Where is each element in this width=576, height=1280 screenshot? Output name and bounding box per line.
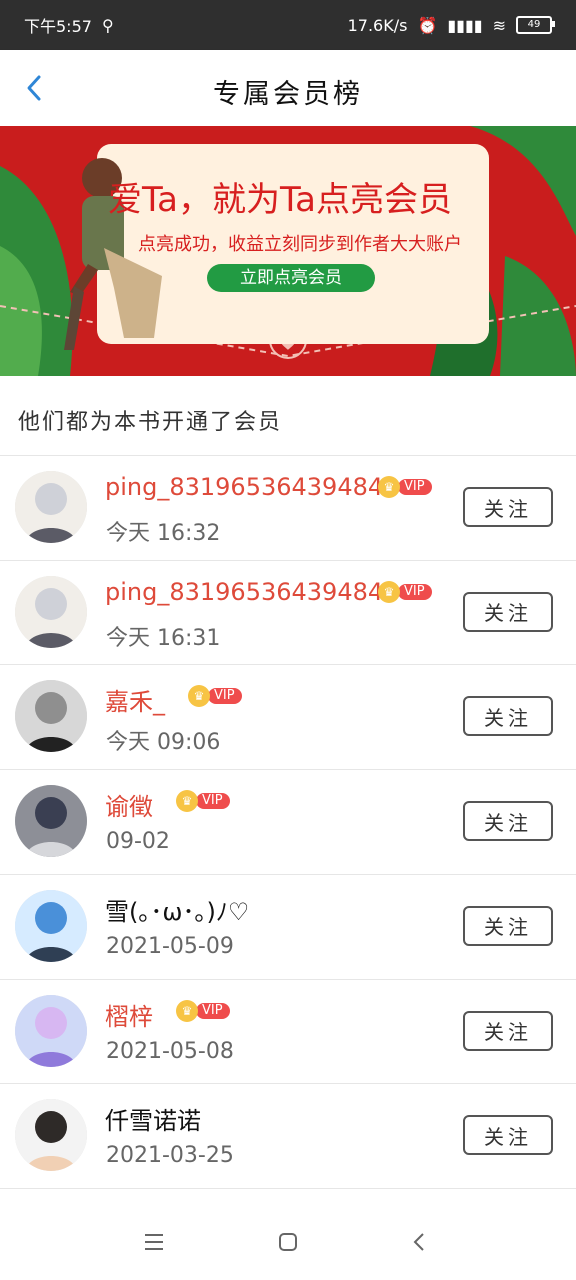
avatar-image-icon xyxy=(15,680,87,753)
status-right: 17.6K/s ⏰ ▮▮▮▮ ≋ 49 xyxy=(347,15,555,35)
follow-button[interactable]: 关注 xyxy=(463,487,553,527)
member-row[interactable]: ping_831965364394842 今天 16:32 关注 ♛ VIP xyxy=(0,455,576,559)
member-row[interactable]: 槢梓 2021-05-08 关注 ♛ VIP xyxy=(0,979,576,1083)
follow-button[interactable]: 关注 xyxy=(463,591,553,632)
signal-icon: ▮▮▮▮ xyxy=(447,15,483,35)
member-date: 2021-03-25 xyxy=(106,1143,234,1169)
member-name: 雪(｡･ω･｡)ﾉ♡ xyxy=(105,897,250,926)
avatar-image-icon xyxy=(15,785,87,858)
vip-label: VIP xyxy=(208,688,242,705)
vip-badge: ♛ VIP xyxy=(378,476,432,498)
vip-badge: ♛ VIP xyxy=(176,790,230,813)
network-speed: 17.6K/s xyxy=(347,15,408,35)
member-name: 谕徵 xyxy=(105,793,153,822)
member-date: 2021-05-09 xyxy=(106,933,234,959)
member-row[interactable]: 谕徵 09-02 关注 ♛ VIP xyxy=(0,769,576,873)
link-icon: ⚲ xyxy=(101,15,114,35)
back-icon[interactable] xyxy=(408,1230,432,1254)
crown-icon: ♛ xyxy=(176,790,198,813)
vip-label: VIP xyxy=(196,1002,230,1019)
system-navigation-bar xyxy=(0,1196,576,1280)
follow-button[interactable]: 关注 xyxy=(463,905,553,946)
follow-button[interactable]: 关注 xyxy=(463,801,553,842)
member-row[interactable]: 雪(｡･ω･｡)ﾉ♡ 2021-05-09 关注 xyxy=(0,874,576,978)
vip-label: VIP xyxy=(196,793,230,810)
vip-badge: ♛ VIP xyxy=(378,580,432,603)
row-divider xyxy=(0,1187,576,1189)
alarm-icon: ⏰ xyxy=(417,15,438,35)
follow-button[interactable]: 关注 xyxy=(463,1115,553,1156)
avatar-image-icon xyxy=(15,575,87,648)
crown-icon: ♛ xyxy=(176,999,198,1022)
banner-title: 爱Ta，就为Ta点亮会员 xyxy=(108,180,452,220)
page-title: 专属会员榜 xyxy=(213,79,363,110)
vip-badge: ♛ VIP xyxy=(188,685,242,708)
avatar-image-icon xyxy=(15,889,87,962)
avatar[interactable] xyxy=(15,994,87,1067)
member-date: 今天 16:32 xyxy=(106,521,221,546)
crown-icon: ♛ xyxy=(378,580,400,603)
member-row[interactable]: ping_831965364394842 今天 16:31 关注 ♛ VIP xyxy=(0,560,576,664)
vip-label: VIP xyxy=(398,479,432,495)
crown-icon: ♛ xyxy=(188,685,210,708)
avatar[interactable] xyxy=(15,471,87,543)
wifi-icon: ≋ xyxy=(492,15,506,35)
promo-banner[interactable]: 爱Ta，就为Ta点亮会员 点亮成功，收益立刻同步到作者大大账户 立即点亮会员 xyxy=(0,126,576,376)
avatar-image-icon xyxy=(15,471,87,543)
member-name: 仟雪诺诺 xyxy=(105,1107,201,1136)
avatar[interactable] xyxy=(15,889,87,962)
avatar[interactable] xyxy=(15,575,87,648)
member-date: 09-02 xyxy=(106,829,170,855)
member-name: ping_831965364394842 xyxy=(105,577,399,606)
vip-label: VIP xyxy=(398,583,432,600)
menu-icon[interactable] xyxy=(142,1230,166,1254)
section-heading: 他们都为本书开通了会员 xyxy=(18,410,283,435)
battery-level: 49 xyxy=(527,19,541,30)
battery-icon: 49 xyxy=(516,16,555,34)
member-name: ping_831965364394842 xyxy=(105,473,399,501)
avatar[interactable] xyxy=(15,680,87,753)
member-date: 今天 16:31 xyxy=(106,625,221,651)
member-row[interactable]: 嘉禾_ 今天 09:06 关注 ♛ VIP xyxy=(0,664,576,768)
banner-subtitle: 点亮成功，收益立刻同步到作者大大账户 xyxy=(138,234,462,255)
status-bar: 下午5:57 ⚲ 17.6K/s ⏰ ▮▮▮▮ ≋ 49 xyxy=(0,0,576,50)
light-up-member-button[interactable]: 立即点亮会员 xyxy=(207,264,375,292)
vip-badge: ♛ VIP xyxy=(176,999,230,1022)
avatar-image-icon xyxy=(15,1099,87,1172)
avatar[interactable] xyxy=(15,1099,87,1172)
member-date: 今天 09:06 xyxy=(106,730,221,756)
member-row[interactable]: 仟雪诺诺 2021-03-25 关注 xyxy=(0,1083,576,1187)
member-name: 槢梓 xyxy=(105,1002,153,1031)
header-bar: 专属会员榜 xyxy=(0,50,576,126)
avatar-image-icon xyxy=(15,994,87,1067)
status-time: 下午5:57 xyxy=(24,17,92,36)
crown-icon: ♛ xyxy=(378,476,400,498)
home-icon[interactable] xyxy=(276,1230,300,1254)
status-left: 下午5:57 ⚲ xyxy=(24,13,114,37)
member-date: 2021-05-08 xyxy=(106,1038,234,1064)
follow-button[interactable]: 关注 xyxy=(463,1010,553,1051)
follow-button[interactable]: 关注 xyxy=(463,696,553,737)
avatar[interactable] xyxy=(15,785,87,858)
member-name: 嘉禾_ xyxy=(105,688,165,717)
